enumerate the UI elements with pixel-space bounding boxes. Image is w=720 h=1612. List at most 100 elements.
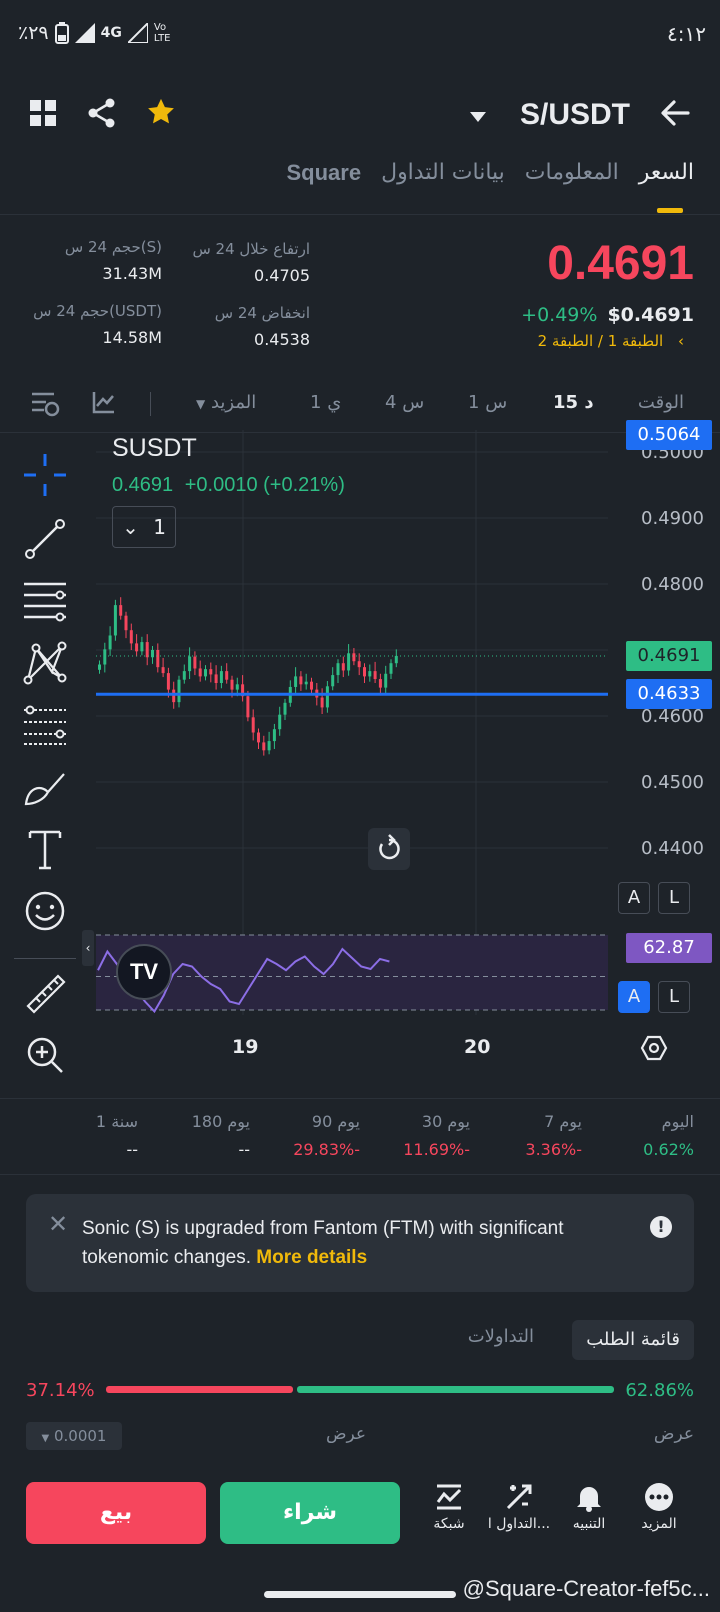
buy-button[interactable]: شراء bbox=[220, 1482, 400, 1544]
more-details-link[interactable]: More details bbox=[256, 1247, 367, 1268]
candle bbox=[193, 656, 197, 669]
active-tab-indicator bbox=[657, 208, 683, 213]
vol-s-label: حجم 24 س(S) bbox=[64, 238, 162, 256]
legend-change: +0.0010 (+0.21%) bbox=[184, 474, 345, 496]
tab-order-book[interactable]: قائمة الطلب bbox=[572, 1320, 694, 1360]
share-icon[interactable] bbox=[88, 98, 116, 128]
home-indicator[interactable] bbox=[264, 1591, 456, 1598]
perf-label-1y: 1 سنة bbox=[95, 1112, 138, 1131]
x-label: 19 bbox=[232, 1036, 259, 1058]
tab-info[interactable]: المعلومات bbox=[525, 160, 619, 186]
legend-price: 0.4691 bbox=[112, 474, 174, 496]
interval-1h[interactable]: 1 س bbox=[468, 392, 507, 413]
tier-link[interactable]: الطبقة 1 / الطبقة 2 ‹ bbox=[538, 332, 684, 350]
grid-trading-icon bbox=[436, 1484, 462, 1510]
pair-dropdown-icon[interactable] bbox=[470, 112, 486, 122]
reset-chart-button[interactable] bbox=[368, 828, 410, 870]
interval-time[interactable]: الوقت bbox=[638, 392, 684, 413]
back-arrow-icon[interactable] bbox=[660, 98, 690, 128]
chevron-down-icon: ⌄ bbox=[122, 515, 139, 539]
candle bbox=[283, 702, 287, 715]
interval-4h[interactable]: 4 س bbox=[385, 392, 424, 413]
trend-line-icon[interactable] bbox=[22, 516, 68, 562]
zoom-in-icon[interactable] bbox=[22, 1032, 68, 1078]
axis-label: 0.4800 bbox=[641, 574, 704, 595]
axis-label: 0.4500 bbox=[641, 772, 704, 793]
network-type: 4G bbox=[100, 25, 122, 41]
nav-trade[interactable]: التداول ا... bbox=[484, 1482, 554, 1532]
nav-alert[interactable]: التنبيه bbox=[554, 1482, 624, 1532]
ruler-icon[interactable] bbox=[22, 970, 68, 1016]
perf-label-30d: 30 يوم bbox=[421, 1112, 470, 1131]
precision-select[interactable]: ▼ 0.0001 bbox=[26, 1422, 122, 1450]
market-tabs: السعر المعلومات بيانات التداول Square bbox=[286, 160, 694, 186]
pattern-icon[interactable] bbox=[22, 640, 68, 686]
tab-price[interactable]: السعر bbox=[639, 160, 694, 186]
chart-legend: 0.4691 +0.0010 (+0.21%) bbox=[112, 474, 345, 497]
rsi-value-tag: 62.87 bbox=[626, 933, 712, 963]
caret-down-icon: ▼ bbox=[196, 397, 206, 411]
buy-ratio: 62.86% bbox=[625, 1380, 694, 1401]
tier-text: الطبقة 1 / الطبقة 2 bbox=[537, 332, 664, 350]
tab-square[interactable]: Square bbox=[286, 160, 361, 186]
candle bbox=[262, 742, 266, 751]
candle bbox=[225, 671, 229, 680]
close-icon[interactable]: ✕ bbox=[48, 1210, 68, 1238]
brush-icon[interactable] bbox=[22, 764, 68, 810]
rsi-auto-scale-button[interactable]: A bbox=[618, 981, 650, 1013]
price-tag-high: 0.5064 bbox=[626, 420, 712, 450]
perf-label-today: اليوم bbox=[661, 1112, 694, 1131]
panel-collapse-handle[interactable]: ‹ bbox=[82, 930, 94, 966]
auto-scale-button[interactable]: A bbox=[618, 882, 650, 914]
perf-label-90d: 90 يوم bbox=[311, 1112, 360, 1131]
hexagon-settings-icon[interactable] bbox=[640, 1034, 668, 1062]
sell-button[interactable]: بيع bbox=[26, 1482, 206, 1544]
candle bbox=[246, 696, 250, 718]
grid-icon[interactable] bbox=[30, 100, 56, 126]
tab-trading-data[interactable]: بيانات التداول bbox=[381, 160, 505, 186]
candle bbox=[108, 635, 112, 650]
perf-value-7d: 3.36%- bbox=[525, 1140, 582, 1159]
indicator-icon[interactable] bbox=[92, 390, 116, 414]
perf-value-90d: 29.83%- bbox=[293, 1140, 360, 1159]
interval-1d[interactable]: 1 ي bbox=[310, 392, 341, 413]
interval-more[interactable]: ▼ المزيد bbox=[196, 392, 256, 413]
indicator-collapse-button[interactable]: ⌄ 1 bbox=[112, 506, 176, 548]
chart-settings-icon[interactable] bbox=[30, 390, 60, 418]
candle bbox=[294, 676, 298, 687]
battery-percent: ٪٢٩ bbox=[18, 22, 49, 44]
log-scale-button[interactable]: L bbox=[658, 882, 690, 914]
candle bbox=[384, 673, 388, 688]
crosshair-icon[interactable] bbox=[22, 452, 68, 498]
candle bbox=[267, 741, 271, 751]
high-24h-label: ارتفاع خلال 24 س bbox=[192, 240, 310, 258]
candle bbox=[177, 679, 181, 703]
candle bbox=[363, 667, 366, 677]
sell-ratio: 37.14% bbox=[26, 1380, 95, 1401]
status-indicators: ٪٢٩ 4G Vo LTE bbox=[18, 22, 180, 44]
volte-badge: Vo LTE bbox=[153, 22, 171, 44]
nav-grid[interactable]: شبكة bbox=[414, 1482, 484, 1532]
rsi-log-scale-button[interactable]: L bbox=[658, 981, 690, 1013]
interval-15m[interactable]: 15 د bbox=[553, 392, 594, 413]
star-icon[interactable] bbox=[146, 97, 176, 127]
candle bbox=[188, 656, 192, 672]
text-tool-icon[interactable] bbox=[22, 826, 68, 872]
price-chart[interactable]: SUSDT 0.4691 +0.0010 (+0.21%) ⌄ 1 0.5000… bbox=[82, 420, 720, 1061]
pair-title[interactable]: S/USDT bbox=[520, 98, 630, 132]
candle bbox=[251, 717, 255, 733]
tab-trades[interactable]: التداولات bbox=[468, 1326, 534, 1347]
performance-divider bbox=[0, 1174, 720, 1175]
candle bbox=[119, 605, 123, 616]
horizontal-lines-icon[interactable] bbox=[22, 578, 68, 624]
nav-more[interactable]: المزيد bbox=[624, 1482, 694, 1532]
candle bbox=[230, 679, 234, 690]
candle bbox=[135, 643, 139, 652]
emoji-icon[interactable] bbox=[22, 888, 68, 934]
perf-value-30d: 11.69%- bbox=[403, 1140, 470, 1159]
bell-icon bbox=[577, 1487, 601, 1512]
candle bbox=[331, 675, 335, 687]
price-tag-current: 0.4691 bbox=[626, 641, 712, 671]
fib-retracement-icon[interactable] bbox=[22, 702, 68, 748]
bottom-action-bar: بيع شراء شبكة التداول ا... التنبيه المزي… bbox=[0, 1482, 720, 1562]
